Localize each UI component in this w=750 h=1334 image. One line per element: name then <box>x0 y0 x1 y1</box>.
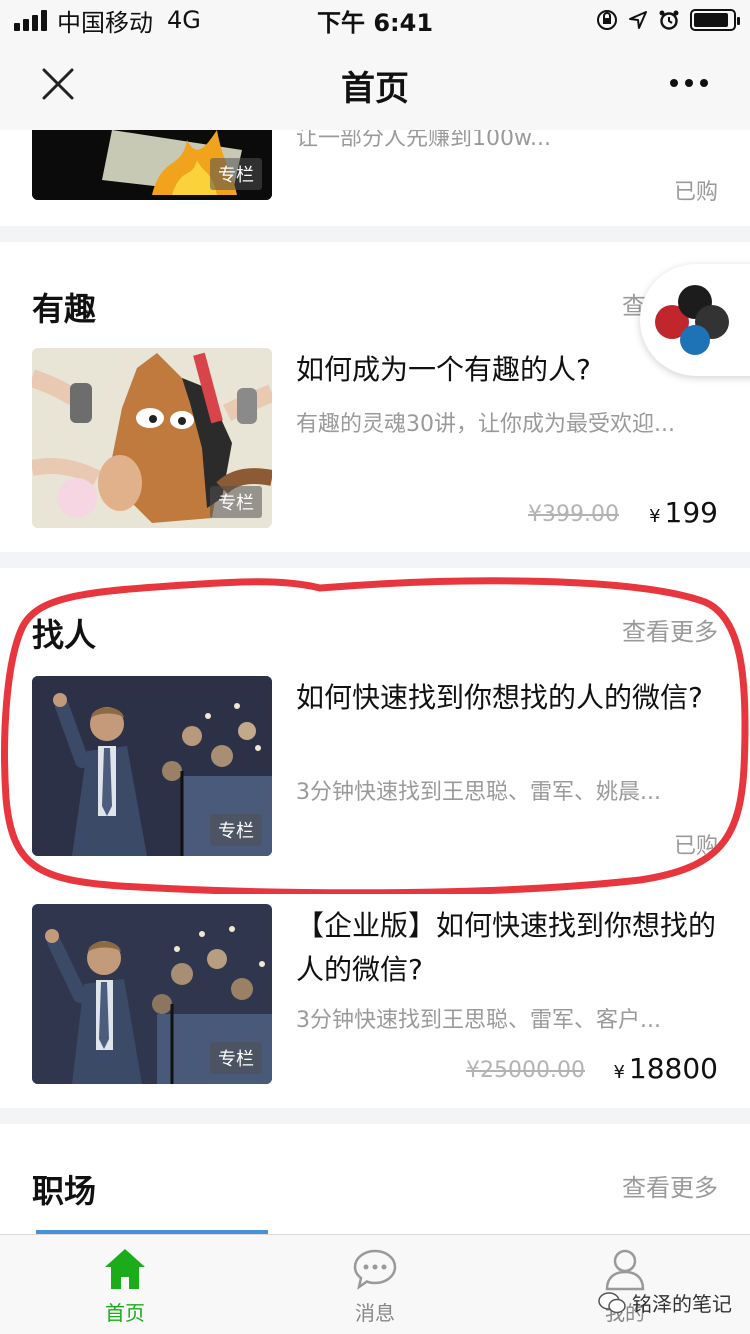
home-icon <box>105 1249 145 1289</box>
top-section: 专栏 让一部分人先赚到100w... 已购 <box>0 130 750 226</box>
close-icon[interactable] <box>36 62 80 106</box>
course-title: 如何快速找到你想找的人的微信? <box>296 681 703 714</box>
course-item[interactable]: 专栏 如何快速找到你想找的人的微信? 3分钟快速找到王思聪、雷军、姚晨... 已… <box>0 676 750 859</box>
section-zhaoren: 找人 查看更多 专栏 如何快速找到你想找的人的微信? 3分钟快速找到王思聪、雷军 <box>0 568 750 1108</box>
course-thumbnail: 专栏 <box>32 904 272 1084</box>
section-title: 职场 <box>32 1172 97 1210</box>
section-title: 有趣 <box>32 290 97 328</box>
watermark-text: 铭泽的笔记 <box>632 1292 732 1316</box>
course-description: 有趣的灵魂30讲，让你成为最受欢迎... <box>296 412 675 437</box>
section-title: 找人 <box>32 616 97 654</box>
more-icon[interactable] <box>670 68 720 98</box>
currency-symbol: ¥ <box>613 1062 625 1083</box>
current-price: ¥18800 <box>613 1052 718 1085</box>
current-price: ¥199 <box>649 496 718 529</box>
column-tag: 专栏 <box>210 486 262 518</box>
tab-mine[interactable]: 我的 <box>500 1235 750 1334</box>
price-value: 18800 <box>628 1052 718 1085</box>
battery-icon <box>690 9 740 31</box>
column-tag: 专栏 <box>210 814 262 846</box>
tab-home[interactable]: 首页 <box>0 1235 250 1334</box>
tab-label: 首页 <box>105 1301 145 1325</box>
network-label: 4G <box>167 6 201 34</box>
status-bar: 中国移动 4G 下午 6:41 <box>0 0 750 40</box>
course-thumbnail[interactable]: 专栏 <box>32 130 272 200</box>
signal-icon <box>14 9 47 31</box>
tab-label: 消息 <box>355 1301 395 1325</box>
user-icon <box>605 1249 645 1291</box>
tab-bar: 首页 消息 我的 <box>0 1234 750 1334</box>
floating-widget[interactable] <box>640 264 750 376</box>
original-price: ¥399.00 <box>528 502 619 527</box>
carrier-label: 中国移动 <box>57 8 153 37</box>
column-tag: 专栏 <box>210 1042 262 1074</box>
course-thumbnail: 专栏 <box>32 676 272 856</box>
purchased-label: 已购 <box>673 180 718 205</box>
page-title: 首页 <box>341 68 409 109</box>
currency-symbol: ¥ <box>649 506 661 527</box>
course-description: 让一部分人先赚到100w... <box>296 130 551 151</box>
course-thumbnail: 专栏 <box>32 348 272 528</box>
location-icon <box>629 11 647 29</box>
course-item[interactable]: 专栏 【企业版】如何快速找到你想找的人的微信? 3分钟快速找到王思聪、雷军、客户… <box>0 904 750 1086</box>
column-tag: 专栏 <box>210 158 262 190</box>
chat-bubble-icon <box>353 1249 397 1290</box>
avatar-cluster-icon <box>655 285 729 355</box>
tab-messages[interactable]: 消息 <box>250 1235 500 1334</box>
course-title: 【企业版】如何快速找到你想找的人的微信? <box>296 909 717 986</box>
course-item[interactable]: 专栏 如何成为一个有趣的人? 有趣的灵魂30讲，让你成为最受欢迎... ¥399… <box>0 348 750 530</box>
rotation-lock-icon <box>597 10 617 30</box>
nav-bar: 首页 <box>0 40 750 130</box>
alarm-icon <box>659 10 679 30</box>
section-zhichang: 职场 查看更多 <box>0 1124 750 1234</box>
original-price: ¥25000.00 <box>466 1058 585 1083</box>
watermark: 铭泽的笔记 <box>598 1288 732 1317</box>
see-more-link[interactable]: 查看更多 <box>622 1168 718 1203</box>
purchased-label: 已购 <box>673 834 718 859</box>
price-value: 199 <box>664 496 718 529</box>
course-description: 3分钟快速找到王思聪、雷军、姚晨... <box>296 780 661 805</box>
section-youqu: 有趣 查看更多 专栏 如何成为一个有趣的人? 有趣的灵魂30讲 <box>0 242 750 552</box>
see-more-link[interactable]: 查看更多 <box>622 612 718 647</box>
course-description: 3分钟快速找到王思聪、雷军、客户... <box>296 1008 661 1033</box>
wechat-logo-icon <box>598 1291 626 1313</box>
